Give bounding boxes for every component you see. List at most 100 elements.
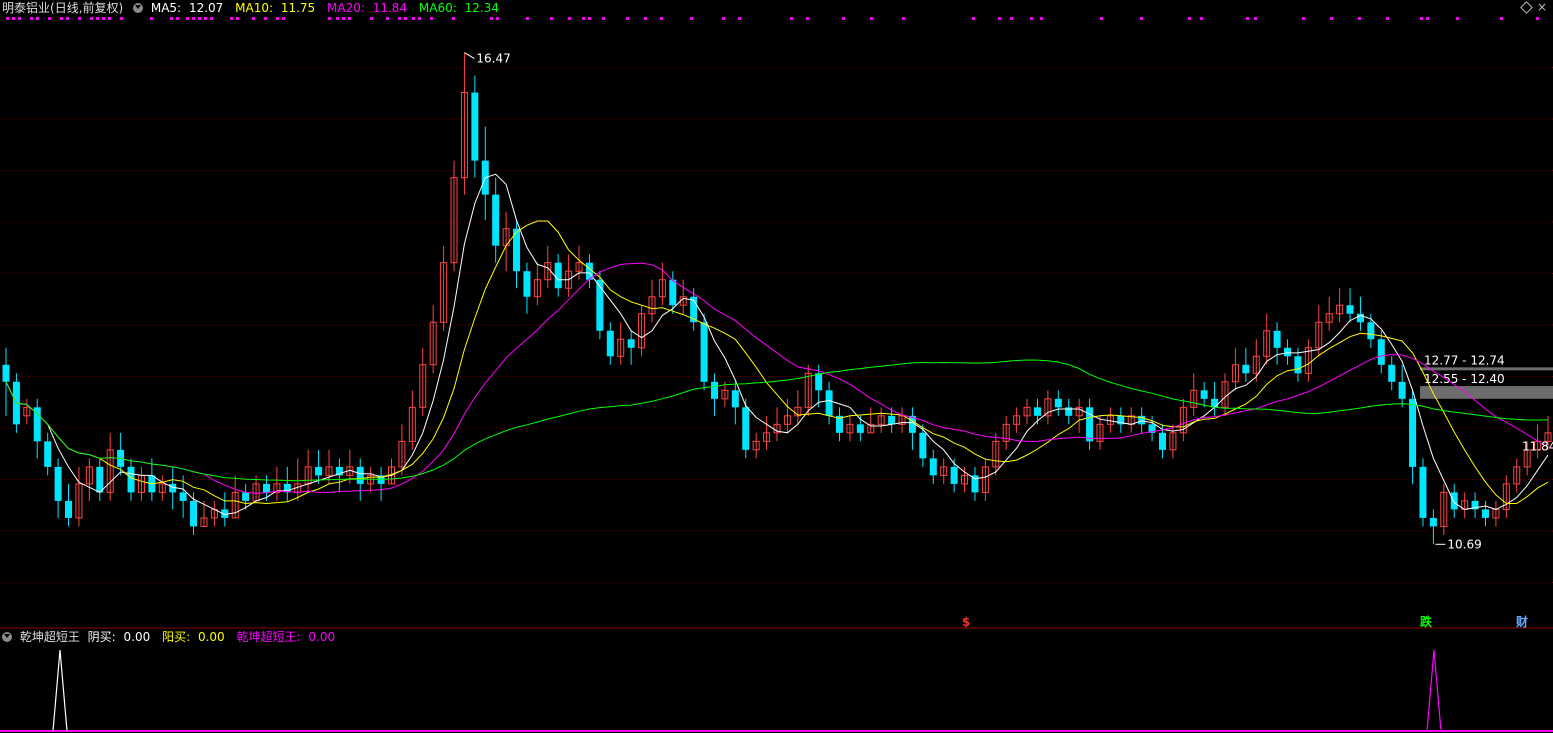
- candle-body: [1367, 322, 1375, 340]
- ma20-line: [5, 262, 1549, 494]
- candle-body: [492, 194, 500, 246]
- signal-dot: [1010, 17, 1013, 20]
- signal-dot: [568, 17, 571, 20]
- candle-body: [1284, 347, 1292, 357]
- signal-dot: [1302, 17, 1305, 20]
- signal-dot: [722, 17, 725, 20]
- low-price-label: 10.69: [1447, 537, 1481, 551]
- signal-dot: [1426, 17, 1429, 20]
- signal-dot: [12, 17, 15, 20]
- signal-dot: [210, 17, 213, 20]
- signal-dot: [18, 17, 21, 20]
- signal-dot: [690, 17, 693, 20]
- price-zone: [1420, 386, 1553, 399]
- signal-dot: [738, 17, 741, 20]
- signal-dot: [806, 17, 809, 20]
- candle-body: [710, 381, 718, 399]
- signal-dot: [1140, 17, 1143, 20]
- signal-dot: [452, 17, 455, 20]
- candle-body: [815, 373, 823, 391]
- signal-dot: [1200, 17, 1203, 20]
- candle-body: [1211, 398, 1219, 408]
- signal-dot: [1330, 17, 1333, 20]
- candle-body: [1450, 492, 1458, 510]
- candle-body: [1294, 356, 1302, 374]
- signal-dot: [96, 17, 99, 20]
- signal-dot: [150, 17, 153, 20]
- signal-dot: [60, 17, 63, 20]
- candle-body: [523, 271, 531, 297]
- indicator-name[interactable]: 乾坤超短王: [20, 630, 80, 644]
- signal-dot: [842, 17, 845, 20]
- candle-body: [1346, 305, 1354, 314]
- signal-dot: [412, 17, 415, 20]
- signal-dot: [660, 17, 663, 20]
- candle-body: [731, 390, 739, 408]
- signal-dot: [870, 17, 873, 20]
- dropdown-icon[interactable]: [2, 632, 12, 642]
- candle-body: [596, 279, 604, 331]
- price-zone-label: 12.77 - 12.74: [1424, 353, 1505, 367]
- candle-body: [1054, 398, 1062, 408]
- signal-dot: [582, 17, 585, 20]
- candle-body: [96, 466, 104, 493]
- candle-body: [1398, 381, 1406, 399]
- signal-dot: [342, 17, 345, 20]
- signal-dot: [1386, 17, 1389, 20]
- chart-canvas[interactable]: 12.77 - 12.74 12.55 - 12.40 16.47 10.69 11.8…: [0, 0, 1553, 733]
- candle-body: [1273, 330, 1281, 348]
- signal-dot: [170, 17, 173, 20]
- candle-body: [1481, 509, 1489, 518]
- signal-dot: [1254, 17, 1257, 20]
- candle-body: [700, 322, 708, 382]
- signal-dot: [588, 17, 591, 20]
- candle-body: [554, 262, 562, 289]
- signal-dot: [336, 17, 339, 20]
- signal-dot: [108, 17, 111, 20]
- candle-body: [2, 364, 10, 382]
- signal-dot: [282, 17, 285, 20]
- signal-dot: [1246, 17, 1249, 20]
- signal-dot: [602, 17, 605, 20]
- price-zone-label: 12.55 - 12.40: [1424, 372, 1505, 386]
- candle-body: [190, 500, 198, 527]
- candle-body: [471, 92, 479, 161]
- signal-dot: [1188, 17, 1191, 20]
- signal-dot: [550, 17, 553, 20]
- signal-dot: [418, 17, 421, 20]
- high-price-label: 16.47: [476, 52, 510, 66]
- signal-dot: [348, 17, 351, 20]
- candles: [2, 52, 1552, 545]
- qkcdw-label: 乾坤超短王: 0.00: [236, 630, 336, 644]
- candle-body: [65, 500, 73, 518]
- signal-dot: [998, 17, 1001, 20]
- yinmai-label: 阴买: 0.00: [87, 630, 151, 644]
- signal-dot: [6, 17, 9, 20]
- signal-dot: [790, 17, 793, 20]
- indicator-peak: [1426, 649, 1442, 732]
- signal-dot: [36, 17, 39, 20]
- signal-dot: [264, 17, 267, 20]
- candle-body: [1429, 517, 1437, 527]
- signal-dot: [398, 17, 401, 20]
- signal-dot: [90, 17, 93, 20]
- signal-dot: [78, 17, 81, 20]
- signal-dot: [626, 17, 629, 20]
- indicator-header: 乾坤超短王 阴买: 0.00 阳买: 0.00 乾坤超短王: 0.00: [2, 629, 343, 645]
- signal-dot: [902, 17, 905, 20]
- candle-body: [54, 466, 62, 501]
- candle-body: [669, 279, 677, 306]
- candle-body: [950, 466, 958, 484]
- last-price-label: 11.84: [1522, 439, 1553, 453]
- candle-body: [315, 466, 323, 476]
- candle-body: [1419, 466, 1427, 518]
- signal-dot: [1040, 17, 1043, 20]
- signal-dot: [230, 17, 233, 20]
- event-marker: 财: [1515, 614, 1528, 629]
- candle-body: [929, 458, 937, 476]
- signal-dot: [1030, 17, 1033, 20]
- candle-body: [1377, 339, 1385, 365]
- yangmai-label: 阳买: 0.00: [162, 630, 225, 644]
- signal-dot: [1420, 17, 1423, 20]
- signal-dot: [176, 17, 179, 20]
